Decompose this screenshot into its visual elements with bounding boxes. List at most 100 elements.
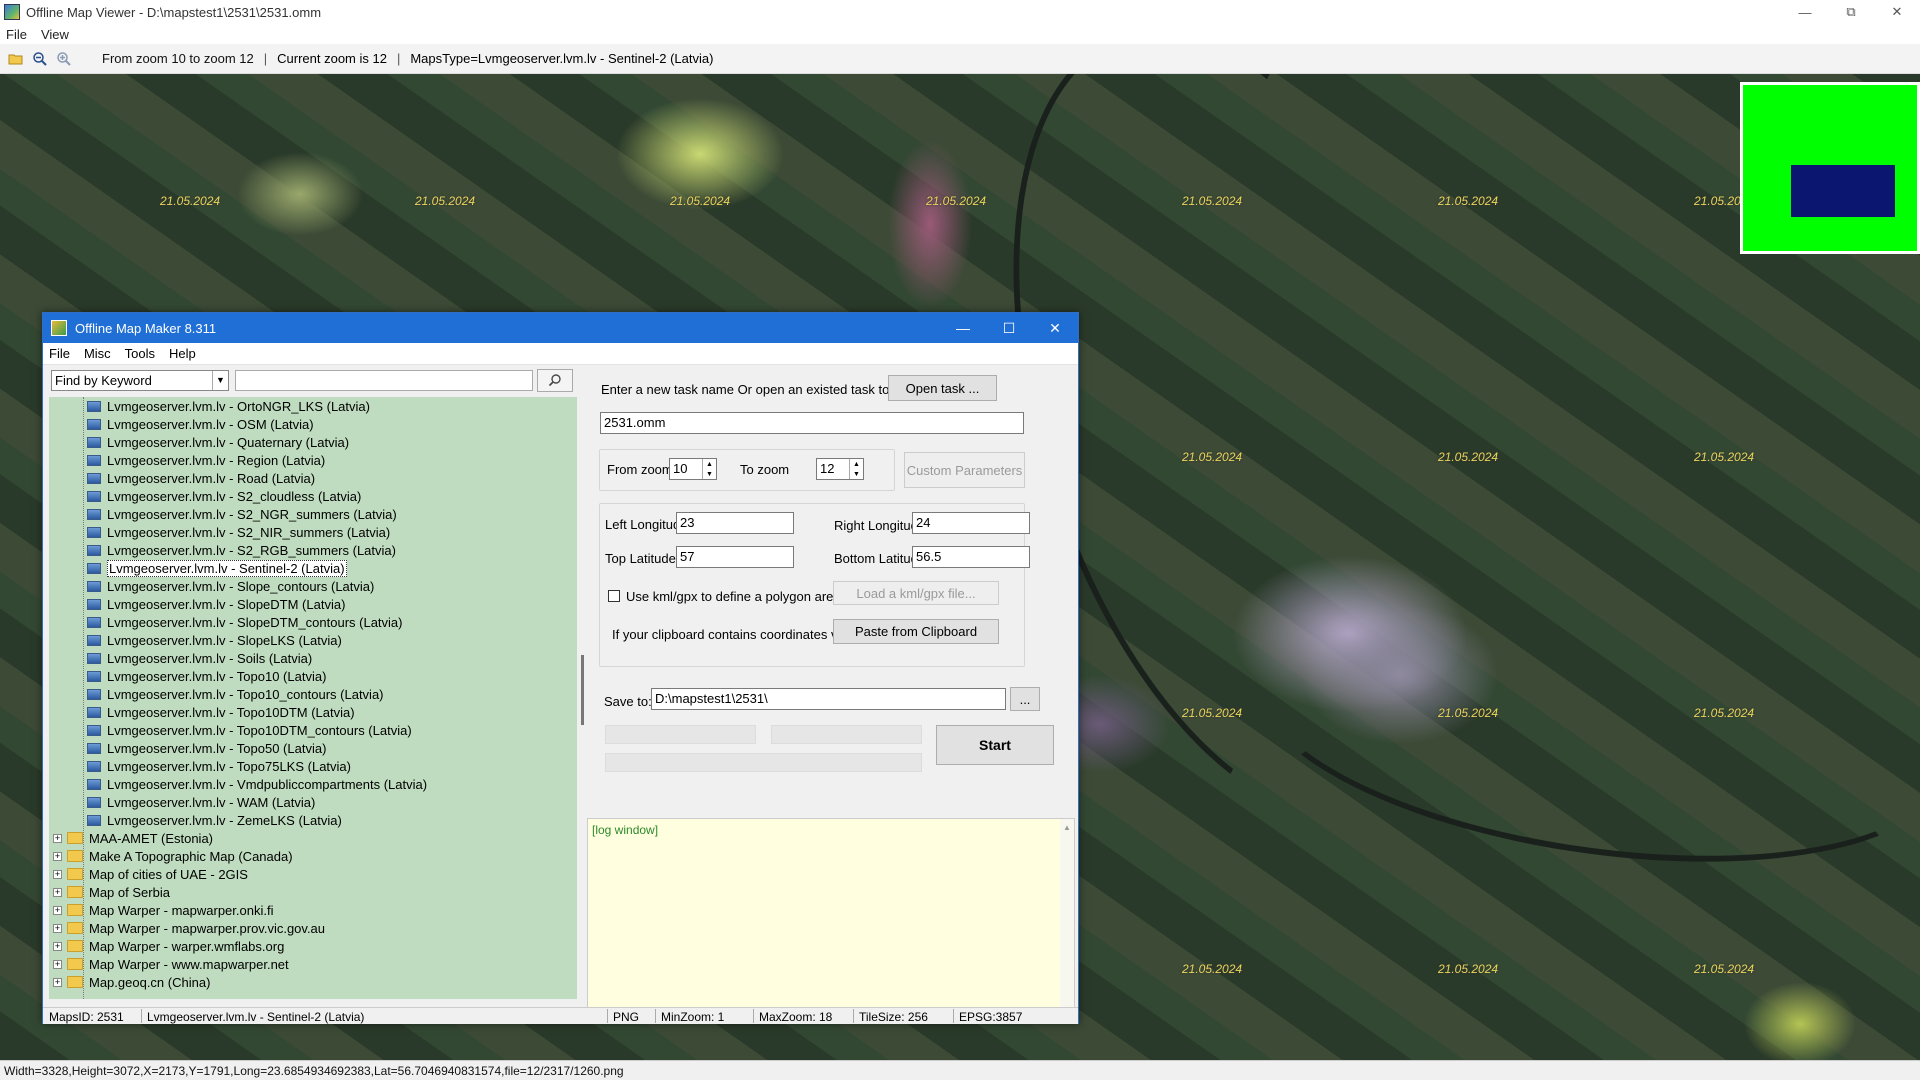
status-divider: [655, 1009, 656, 1023]
close-icon[interactable]: ✕: [1032, 313, 1078, 343]
expand-plus-icon[interactable]: +: [53, 869, 62, 879]
tree-item-map-source[interactable]: Lvmgeoserver.lvm.lv - Topo10DTM_contours…: [49, 721, 577, 739]
paste-from-clipboard-button[interactable]: Paste from Clipboard: [833, 619, 999, 644]
tree-folder[interactable]: + Map Warper - www.mapwarper.net: [49, 955, 577, 973]
tree-item-label: Lvmgeoserver.lvm.lv - OSM (Latvia): [107, 416, 314, 432]
to-zoom-stepper[interactable]: 12 ▲ ▼: [816, 458, 864, 480]
top-latitude-input[interactable]: 57: [676, 546, 794, 568]
tree-item-map-source[interactable]: Lvmgeoserver.lvm.lv - S2_NIR_summers (La…: [49, 523, 577, 541]
minimize-icon[interactable]: —: [940, 313, 986, 343]
search-mode-select[interactable]: Find by Keyword ▼: [51, 369, 229, 391]
tree-item-map-source[interactable]: Lvmgeoserver.lvm.lv - OrtoNGR_LKS (Latvi…: [49, 397, 577, 415]
tree-item-map-source[interactable]: Lvmgeoserver.lvm.lv - OSM (Latvia): [49, 415, 577, 433]
viewer-menu-view[interactable]: View: [41, 27, 69, 42]
tree-folder[interactable]: + Map.geoq.cn (China): [49, 973, 577, 991]
tree-folder[interactable]: + Map Warper - mapwarper.onki.fi: [49, 901, 577, 919]
tree-item-map-source[interactable]: Lvmgeoserver.lvm.lv - Quaternary (Latvia…: [49, 433, 577, 451]
expand-plus-icon[interactable]: +: [53, 851, 62, 861]
dialog-titlebar[interactable]: Offline Map Maker 8.311 — ☐ ✕: [43, 313, 1078, 343]
tree-item-map-source[interactable]: Lvmgeoserver.lvm.lv - WAM (Latvia): [49, 793, 577, 811]
tree-item-map-source[interactable]: Lvmgeoserver.lvm.lv - Vmdpubliccompartme…: [49, 775, 577, 793]
tree-item-map-source[interactable]: Lvmgeoserver.lvm.lv - Region (Latvia): [49, 451, 577, 469]
tree-item-map-source[interactable]: Lvmgeoserver.lvm.lv - S2_NGR_summers (La…: [49, 505, 577, 523]
tree-item-map-source[interactable]: Lvmgeoserver.lvm.lv - S2_cloudless (Latv…: [49, 487, 577, 505]
maximize-icon[interactable]: ☐: [986, 313, 1032, 343]
folder-icon: [67, 868, 83, 880]
status-format: PNG: [613, 1010, 640, 1024]
close-icon[interactable]: ✕: [1874, 0, 1920, 24]
expand-plus-icon[interactable]: +: [53, 833, 62, 843]
tree-item-label: Lvmgeoserver.lvm.lv - Road (Latvia): [107, 470, 316, 486]
tree-scrollbar-thumb[interactable]: [581, 655, 584, 725]
overview-minimap[interactable]: [1740, 82, 1920, 254]
log-window[interactable]: [log window] ▲▼: [587, 818, 1075, 1020]
dialog-menu-help[interactable]: Help: [169, 346, 196, 361]
tree-folder[interactable]: + Map Warper - warper.wmflabs.org: [49, 937, 577, 955]
restore-icon[interactable]: ⧉: [1828, 0, 1874, 24]
viewer-menu-file[interactable]: File: [6, 27, 27, 42]
tree-folder[interactable]: + MAA-AMET (Estonia): [49, 829, 577, 847]
search-button[interactable]: [537, 368, 573, 392]
folder-icon: [67, 958, 83, 970]
dialog-menu-misc[interactable]: Misc: [84, 346, 111, 361]
tree-item-map-source[interactable]: Lvmgeoserver.lvm.lv - SlopeDTM_contours …: [49, 613, 577, 631]
viewer-window-title: Offline Map Viewer - D:\mapstest1\2531\2…: [26, 4, 322, 20]
tree-item-map-source[interactable]: Lvmgeoserver.lvm.lv - Topo10_contours (L…: [49, 685, 577, 703]
expand-plus-icon[interactable]: +: [53, 959, 62, 969]
load-kml-button[interactable]: Load a kml/gpx file...: [833, 581, 999, 605]
use-kml-checkbox[interactable]: [608, 590, 620, 602]
tree-item-map-source[interactable]: Lvmgeoserver.lvm.lv - SlopeLKS (Latvia): [49, 631, 577, 649]
expand-plus-icon[interactable]: +: [53, 905, 62, 915]
task-settings-pane: Enter a new task name Or open an existed…: [587, 365, 1079, 1020]
start-button[interactable]: Start: [936, 725, 1054, 765]
tree-item-map-source[interactable]: Lvmgeoserver.lvm.lv - Soils (Latvia): [49, 649, 577, 667]
task-name-input[interactable]: 2531.omm: [600, 412, 1024, 434]
dialog-menu-tools[interactable]: Tools: [125, 346, 155, 361]
status-divider: [141, 1009, 142, 1023]
tree-folder[interactable]: + Map of cities of UAE - 2GIS: [49, 865, 577, 883]
right-longitude-input[interactable]: 24: [912, 512, 1030, 534]
map-layer-icon: [87, 580, 101, 592]
spinner-arrows-icon[interactable]: ▲ ▼: [849, 459, 863, 479]
tree-item-map-source[interactable]: Lvmgeoserver.lvm.lv - ZemeLKS (Latvia): [49, 811, 577, 829]
map-layer-icon: [87, 742, 101, 754]
tree-item-map-source[interactable]: Lvmgeoserver.lvm.lv - SlopeDTM (Latvia): [49, 595, 577, 613]
spinner-arrows-icon[interactable]: ▲ ▼: [702, 459, 716, 479]
tree-item-map-source[interactable]: Lvmgeoserver.lvm.lv - Topo50 (Latvia): [49, 739, 577, 757]
save-to-input[interactable]: D:\mapstest1\2531\: [651, 688, 1006, 710]
tree-item-map-source[interactable]: Lvmgeoserver.lvm.lv - Slope_contours (La…: [49, 577, 577, 595]
imagery-date-label: 21.05.2024: [1438, 706, 1499, 720]
tree-item-map-source[interactable]: Lvmgeoserver.lvm.lv - S2_RGB_summers (La…: [49, 541, 577, 559]
map-source-tree[interactable]: Lvmgeoserver.lvm.lv - OrtoNGR_LKS (Latvi…: [49, 397, 577, 999]
log-scrollbar[interactable]: ▲▼: [1060, 819, 1074, 1019]
left-longitude-input[interactable]: 23: [676, 512, 794, 534]
tree-folder[interactable]: + Make A Topographic Map (Canada): [49, 847, 577, 865]
chevron-down-icon[interactable]: ▼: [212, 370, 228, 390]
tree-item-map-source[interactable]: Lvmgeoserver.lvm.lv - Road (Latvia): [49, 469, 577, 487]
minimap-viewport-rect[interactable]: [1791, 165, 1895, 217]
scroll-up-icon[interactable]: ▲: [1063, 823, 1071, 832]
from-zoom-stepper[interactable]: 10 ▲ ▼: [669, 458, 717, 480]
tree-item-map-source[interactable]: Lvmgeoserver.lvm.lv - Topo10 (Latvia): [49, 667, 577, 685]
expand-plus-icon[interactable]: +: [53, 923, 62, 933]
expand-plus-icon[interactable]: +: [53, 941, 62, 951]
expand-plus-icon[interactable]: +: [53, 977, 62, 987]
open-task-button[interactable]: Open task ...: [888, 375, 997, 401]
imagery-date-label: 21.05.2024: [670, 194, 731, 208]
expand-plus-icon[interactable]: +: [53, 887, 62, 897]
tree-item-label: Lvmgeoserver.lvm.lv - Soils (Latvia): [107, 650, 313, 666]
minimize-icon[interactable]: —: [1782, 0, 1828, 24]
tree-folder[interactable]: + Map of Serbia: [49, 883, 577, 901]
zoom-out-icon[interactable]: [30, 49, 50, 69]
tree-folder[interactable]: + Map Warper - mapwarper.prov.vic.gov.au: [49, 919, 577, 937]
open-folder-icon[interactable]: [6, 49, 26, 69]
zoom-in-icon[interactable]: [54, 49, 74, 69]
keyword-search-input[interactable]: [235, 369, 533, 391]
custom-parameters-button[interactable]: Custom Parameters: [904, 452, 1025, 488]
browse-folder-button[interactable]: ...: [1010, 687, 1040, 711]
bottom-latitude-input[interactable]: 56.5: [912, 546, 1030, 568]
tree-item-map-source[interactable]: Lvmgeoserver.lvm.lv - Sentinel-2 (Latvia…: [49, 559, 577, 577]
tree-item-map-source[interactable]: Lvmgeoserver.lvm.lv - Topo75LKS (Latvia): [49, 757, 577, 775]
tree-item-map-source[interactable]: Lvmgeoserver.lvm.lv - Topo10DTM (Latvia): [49, 703, 577, 721]
dialog-menu-file[interactable]: File: [49, 346, 70, 361]
